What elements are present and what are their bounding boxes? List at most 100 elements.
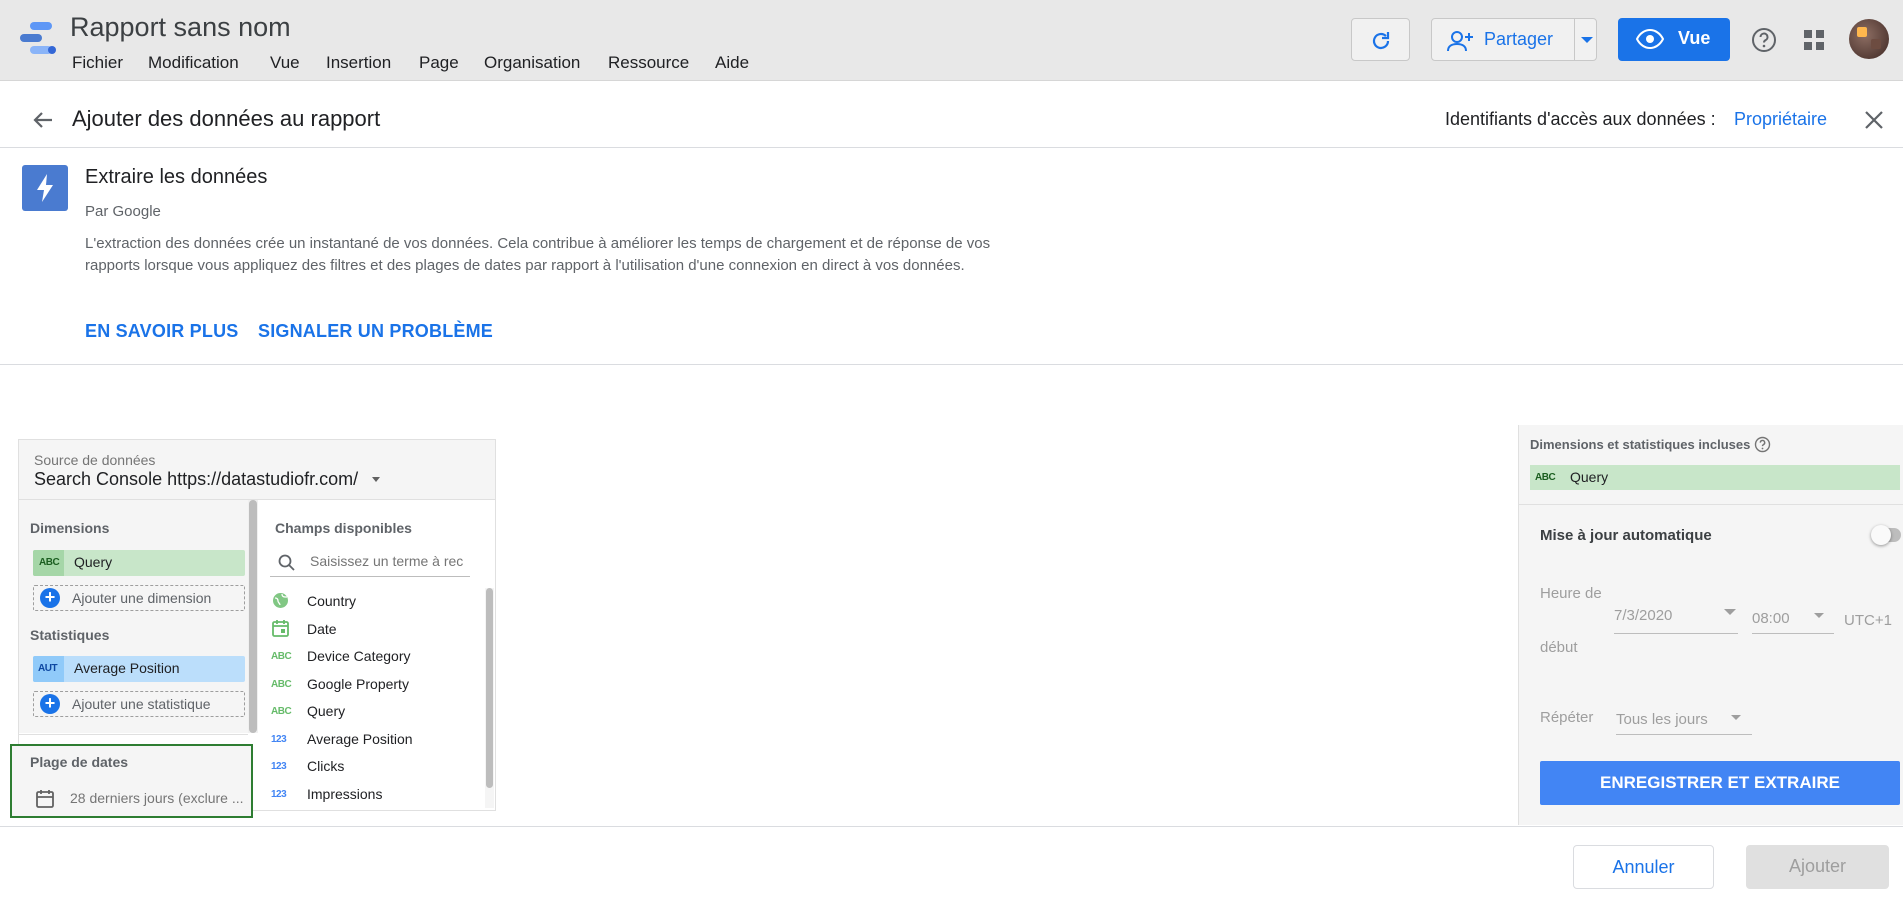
timezone-label: UTC+1	[1844, 612, 1892, 629]
repeat-value: Tous les jours	[1616, 711, 1708, 728]
field-average-position[interactable]: 123 Average Position	[270, 729, 485, 756]
dimension-type: ABC	[39, 557, 60, 568]
menu-view[interactable]: Vue	[270, 53, 300, 73]
datasource-value: Search Console https://datastudiofr.com/	[34, 469, 359, 489]
field-name: Country	[307, 593, 357, 609]
field-name: Impressions	[307, 786, 383, 802]
back-arrow-icon[interactable]	[31, 108, 55, 132]
globe-icon	[273, 593, 288, 608]
field-type: ABC	[271, 651, 292, 662]
data-studio-logo-icon[interactable]	[16, 20, 56, 56]
available-fields-scroll-thumb[interactable]	[486, 588, 493, 788]
credentials-label: Identifiants d'accès aux données :	[1445, 109, 1716, 129]
datasource-selector[interactable]: Source de données Search Console https:/…	[19, 440, 495, 500]
field-device-category[interactable]: ABC Device Category	[270, 646, 485, 673]
calendar-field-icon	[272, 620, 289, 637]
menu-arrange[interactable]: Organisation	[484, 53, 580, 73]
included-fields-label: Dimensions et statistiques incluses	[1530, 437, 1751, 452]
selected-fields-scroll-thumb[interactable]	[249, 500, 257, 733]
start-date-value: 7/3/2020	[1614, 607, 1673, 624]
start-date-dropdown-icon[interactable]	[1724, 609, 1736, 615]
start-date-select[interactable]: 7/3/2020	[1614, 607, 1738, 634]
add-button[interactable]: Ajouter	[1746, 845, 1889, 889]
close-icon[interactable]	[1864, 110, 1884, 130]
connector-author: Par Google	[85, 203, 161, 220]
metric-type: AUT	[38, 663, 58, 674]
repeat-label: Répéter	[1540, 709, 1594, 726]
avatar[interactable]	[1849, 19, 1889, 59]
add-dimension-button[interactable]: + Ajouter une dimension	[33, 585, 245, 611]
view-label: Vue	[1678, 28, 1711, 48]
date-range-label: Plage de dates	[30, 754, 129, 770]
add-dimension-label: Ajouter une dimension	[72, 590, 212, 606]
auto-update-toggle[interactable]	[1871, 525, 1901, 545]
apps-grid-icon[interactable]	[1803, 29, 1825, 51]
field-impressions[interactable]: 123 Impressions	[270, 784, 485, 808]
connector-description: L'extraction des données crée un instant…	[85, 235, 991, 274]
datasource-dropdown-icon[interactable]	[372, 477, 380, 482]
share-button[interactable]: Partager	[1431, 18, 1597, 61]
share-dropdown-icon[interactable]	[1581, 37, 1593, 43]
search-icon	[278, 554, 295, 571]
field-type: 123	[271, 789, 287, 800]
credentials-value-link[interactable]: Propriétaire	[1734, 109, 1827, 130]
learn-more-link[interactable]: EN SAVOIR PLUS	[85, 321, 239, 342]
available-fields-list: Country Date ABC Device Category ABC Goo…	[270, 591, 485, 808]
field-date[interactable]: Date	[270, 619, 485, 646]
date-range-value: 28 derniers jours (exclure ...	[70, 790, 244, 806]
auto-update-label: Mise à jour automatique	[1540, 527, 1712, 544]
report-title[interactable]: Rapport sans nom	[70, 12, 291, 43]
view-button[interactable]: Vue	[1618, 18, 1730, 61]
dimension-chip[interactable]: ABC Query	[33, 550, 245, 576]
available-fields-scrollbar[interactable]	[485, 588, 494, 808]
share-label: Partager	[1484, 29, 1554, 49]
field-clicks[interactable]: 123 Clicks	[270, 756, 485, 783]
share-divider	[1574, 19, 1575, 60]
panel-title: Ajouter des données au rapport	[72, 106, 381, 131]
app-header: Rapport sans nom Fichier Modification Vu…	[0, 0, 1903, 81]
field-google-property[interactable]: ABC Google Property	[270, 674, 485, 701]
start-time-label-cont: début	[1540, 639, 1578, 656]
menu-page[interactable]: Page	[419, 53, 459, 73]
field-name: Device Category	[307, 648, 411, 664]
start-time-label: Heure de	[1540, 585, 1602, 602]
available-fields-label: Champs disponibles	[275, 520, 412, 536]
menu-insert[interactable]: Insertion	[326, 53, 391, 73]
menu-file[interactable]: Fichier	[72, 53, 123, 73]
add-label: Ajouter	[1788, 856, 1847, 876]
start-hour-dropdown-icon[interactable]	[1814, 613, 1824, 618]
menu-edit[interactable]: Modification	[148, 53, 239, 73]
repeat-dropdown-icon[interactable]	[1731, 715, 1741, 720]
field-country[interactable]: Country	[270, 591, 485, 618]
cancel-button[interactable]: Annuler	[1573, 845, 1714, 889]
selected-fields-scrollbar[interactable]	[248, 500, 258, 733]
refresh-button[interactable]	[1351, 18, 1410, 61]
metric-name: Average Position	[74, 660, 180, 676]
field-search-placeholder: Saisissez un terme à rec	[310, 553, 464, 569]
avatar-detail	[1871, 39, 1881, 49]
add-metric-button[interactable]: + Ajouter une statistique	[33, 691, 245, 717]
dimension-name: Query	[74, 554, 113, 570]
eye-icon	[1636, 29, 1664, 49]
metric-chip[interactable]: AUT Average Position	[33, 656, 245, 682]
right-panel-divider	[1519, 504, 1903, 505]
included-field-name: Query	[1570, 469, 1609, 485]
help-icon[interactable]	[1751, 27, 1777, 53]
field-name: Clicks	[307, 758, 345, 774]
menu-resource[interactable]: Ressource	[608, 53, 689, 73]
dimensions-label: Dimensions	[30, 520, 110, 536]
field-type: 123	[271, 761, 287, 772]
field-type: ABC	[271, 679, 292, 690]
metrics-label: Statistiques	[30, 627, 110, 643]
field-search-input[interactable]: Saisissez un terme à rec	[270, 549, 470, 577]
included-field-chip[interactable]: ABC Query	[1530, 465, 1900, 490]
report-problem-link[interactable]: SIGNALER UN PROBLÈME	[258, 321, 493, 342]
save-and-extract-button[interactable]: ENREGISTRER ET EXTRAIRE	[1540, 761, 1900, 805]
menu-help[interactable]: Aide	[715, 53, 749, 73]
refresh-icon	[1372, 32, 1390, 50]
lightning-icon	[37, 174, 53, 202]
date-range-section[interactable]: Plage de dates 28 derniers jours (exclur…	[10, 744, 253, 818]
info-help-icon[interactable]	[1754, 436, 1771, 453]
field-type: 123	[271, 734, 287, 745]
field-query[interactable]: ABC Query	[270, 701, 485, 728]
